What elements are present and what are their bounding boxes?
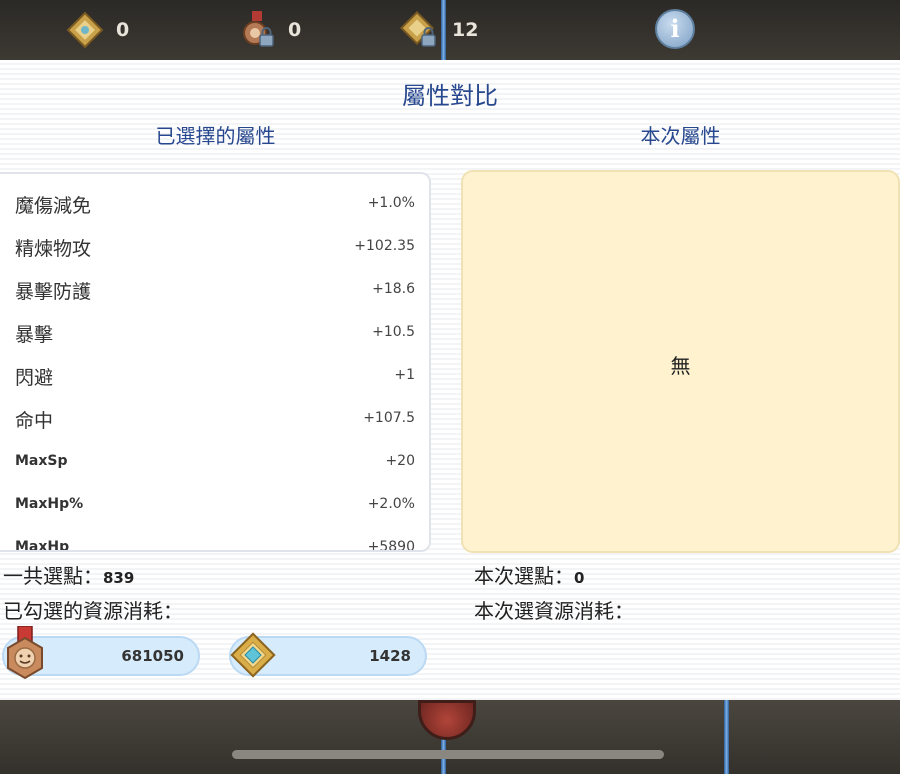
home-indicator[interactable]	[232, 750, 664, 759]
stat-gold-emblem: 0	[66, 10, 129, 50]
attribute-name: MaxHp%	[15, 496, 84, 512]
background-pole	[724, 700, 729, 774]
attribute-value: +1	[394, 367, 415, 383]
red-seal-decoration	[418, 700, 476, 740]
locked-gold-emblem-icon	[400, 11, 436, 47]
attribute-name: 暴擊	[15, 324, 54, 346]
locked-medal-icon	[243, 11, 274, 47]
selected-attributes-header: 已選擇的屬性	[155, 124, 276, 148]
attribute-name: 命中	[15, 410, 54, 432]
current-points-label: 本次選點：	[474, 564, 574, 588]
bottom-background	[0, 700, 900, 774]
stat-value: 0	[116, 19, 130, 41]
total-points-value: 839	[103, 569, 135, 587]
attribute-value: +18.6	[372, 281, 415, 297]
current-cost-label: 本次選資源消耗：	[474, 599, 634, 623]
attribute-row: MaxHp +5890	[15, 535, 415, 552]
current-attributes-box: 無	[461, 170, 900, 553]
resource-amount: 1428	[369, 647, 411, 665]
selected-cost-label: 已勾選的資源消耗：	[3, 599, 183, 623]
attribute-value: +5890	[367, 539, 415, 552]
stat-locked-gold-emblem: 12	[400, 10, 478, 50]
attribute-value: +2.0%	[367, 496, 415, 512]
attribute-name: MaxSp	[15, 453, 68, 469]
attribute-value: +1.0%	[367, 195, 415, 211]
attribute-name: 魔傷減免	[15, 195, 92, 217]
attribute-value: +10.5	[372, 324, 415, 340]
attribute-row: MaxHp% +2.0%	[15, 492, 415, 535]
total-points: 一共選點：839	[3, 560, 134, 589]
bronze-medal-icon	[7, 626, 43, 680]
attribute-row: 精煉物攻 +102.35	[15, 234, 415, 277]
stat-value: 0	[288, 19, 302, 41]
gold-emblem-icon	[230, 632, 276, 678]
attribute-row: 閃避 +1	[15, 363, 415, 406]
attribute-row: 暴擊防護 +18.6	[15, 277, 415, 320]
info-icon: i	[670, 14, 680, 43]
panel-title: 屬性對比	[402, 82, 498, 110]
attribute-name: 暴擊防護	[15, 281, 92, 303]
current-points-value: 0	[574, 569, 585, 587]
attribute-row: 魔傷減免 +1.0%	[15, 191, 415, 234]
selected-attributes-list[interactable]: 魔傷減免 +1.0% 精煉物攻 +102.35 暴擊防護 +18.6 暴擊 +1…	[0, 172, 431, 552]
total-points-label: 一共選點：	[3, 564, 103, 588]
attribute-row: 暴擊 +10.5	[15, 320, 415, 363]
attribute-value: +102.35	[354, 238, 415, 254]
attribute-name: 閃避	[15, 367, 54, 389]
attribute-value: +107.5	[363, 410, 415, 426]
top-bar: 0 0 12 i	[0, 0, 900, 60]
attribute-comparison-panel: 屬性對比 已選擇的屬性 本次屬性 魔傷減免 +1.0% 精煉物攻 +102.35…	[0, 60, 900, 700]
empty-state-text: 無	[670, 354, 691, 378]
stat-value: 12	[452, 19, 479, 41]
stat-locked-medal: 0	[240, 10, 301, 50]
attribute-value: +20	[385, 453, 415, 469]
current-attributes-header: 本次屬性	[640, 124, 721, 148]
attribute-row: MaxSp +20	[15, 449, 415, 492]
gold-emblem-icon	[66, 11, 104, 49]
current-points: 本次選點：0	[474, 560, 584, 589]
attribute-name: MaxHp	[15, 539, 70, 552]
attribute-name: 精煉物攻	[15, 238, 92, 260]
resource-amount: 681050	[121, 647, 184, 665]
info-button[interactable]: i	[655, 9, 695, 49]
attribute-row: 命中 +107.5	[15, 406, 415, 449]
